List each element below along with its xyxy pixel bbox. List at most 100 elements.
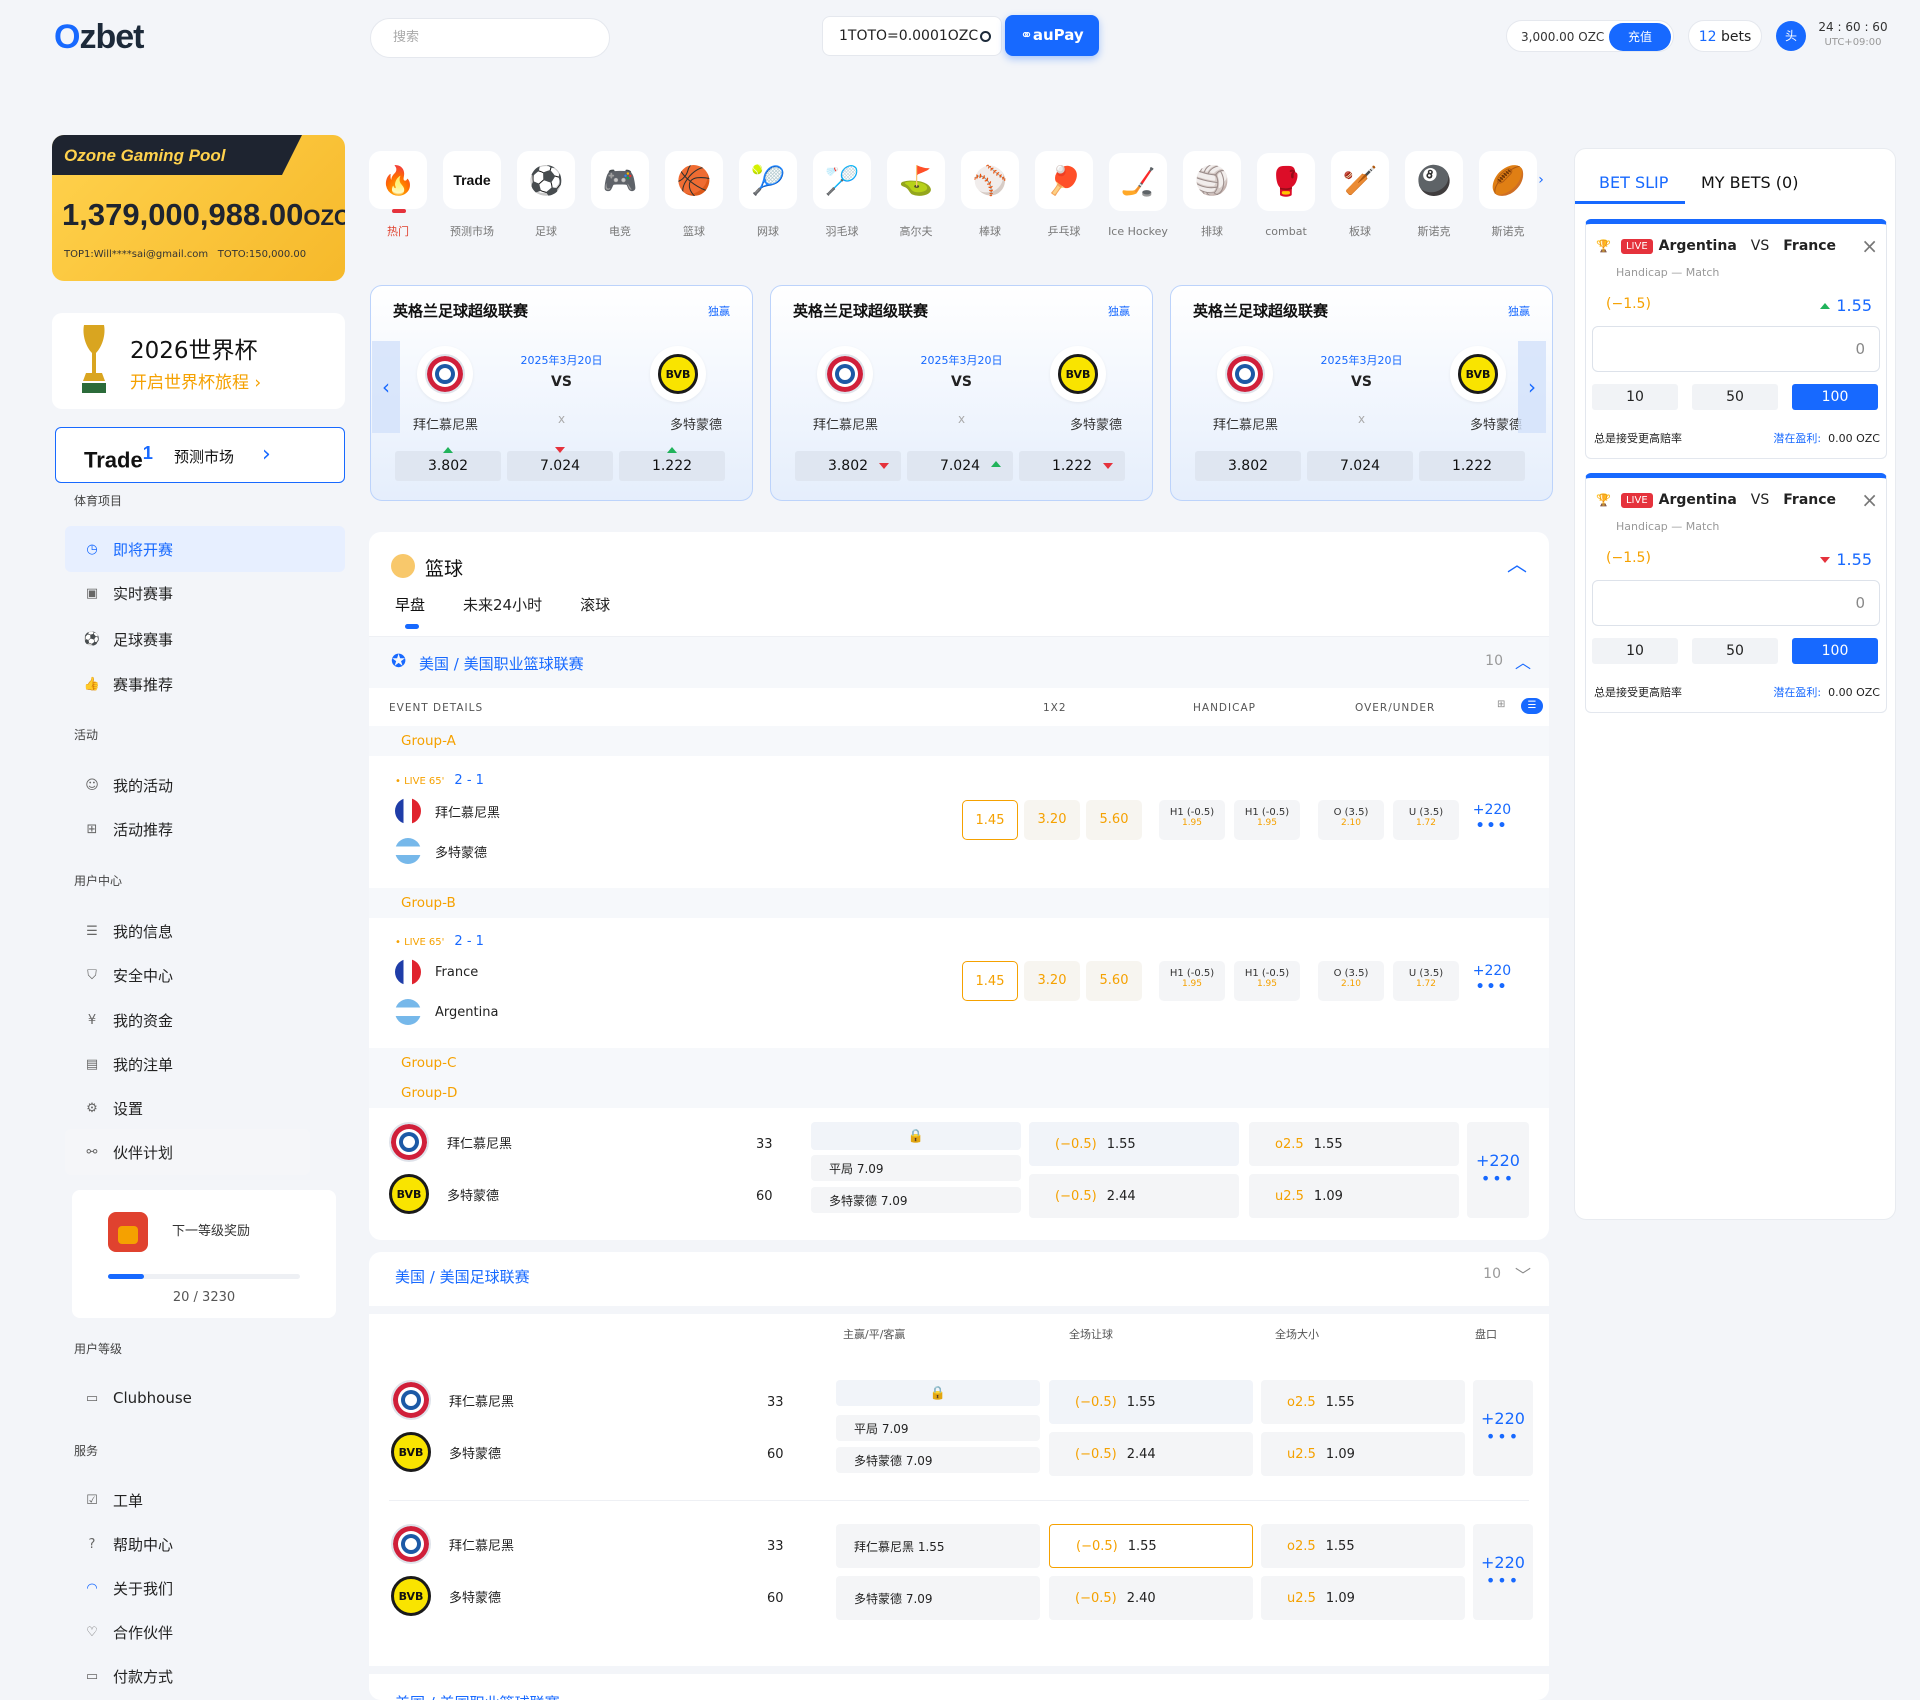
sidebar-item-live[interactable]: ▣ 实时赛事 bbox=[65, 570, 345, 616]
stake-input[interactable]: 0 bbox=[1592, 580, 1880, 626]
stake-input[interactable]: 0 bbox=[1592, 326, 1880, 372]
match-b[interactable]: • LIVE 65' 2 - 1 France Argentina bbox=[395, 933, 498, 1025]
more-markets-button[interactable]: +220 ••• bbox=[1473, 1380, 1533, 1476]
sport-item[interactable]: 🏸 羽毛球 bbox=[812, 151, 872, 239]
odd-away[interactable]: 5.60 bbox=[1086, 800, 1142, 840]
refresh-icon[interactable] bbox=[980, 31, 991, 42]
collapse-icon[interactable]: ︿ bbox=[1507, 548, 1527, 577]
featured-prev-button[interactable]: ‹ bbox=[372, 341, 400, 433]
handicap-home[interactable]: (−0.5) 1.55 bbox=[1049, 1380, 1253, 1424]
away-odd[interactable]: 多特蒙德 7.09 bbox=[836, 1447, 1040, 1473]
sidebar-item-tickets[interactable]: ☑ 工单 bbox=[65, 1477, 345, 1523]
tab-24h[interactable]: 未来24小时 bbox=[463, 594, 542, 615]
under-odd[interactable]: u2.5 1.09 bbox=[1261, 1432, 1465, 1476]
odd-home[interactable]: 1.45 bbox=[962, 800, 1018, 840]
over-odd[interactable]: o2.5 1.55 bbox=[1261, 1380, 1465, 1424]
featured-odd[interactable]: 1.222 bbox=[619, 447, 725, 481]
handicap-away[interactable]: (−0.5) 2.44 bbox=[1049, 1432, 1253, 1476]
more-markets-button[interactable]: +220 ••• bbox=[1462, 802, 1522, 834]
sidebar-item-activity-recommend[interactable]: ⊞ 活动推荐 bbox=[65, 806, 345, 852]
worldcup-banner[interactable]: 2026世界杯 开启世界杯旅程 › bbox=[52, 313, 345, 409]
aupay-button[interactable]: ⚭auPay bbox=[1005, 15, 1099, 56]
sport-item[interactable]: 🔥 热门 bbox=[368, 151, 428, 239]
accept-higher-odds[interactable]: 总是接受更高赔率 bbox=[1594, 430, 1682, 446]
odd-home[interactable]: 1.45 bbox=[962, 961, 1018, 1001]
sport-item[interactable]: 🏀 篮球 bbox=[664, 151, 724, 239]
stake-chip[interactable]: 10 bbox=[1592, 384, 1678, 410]
search-input[interactable]: 搜索 bbox=[370, 18, 610, 58]
odd-over[interactable]: O (3.5) 2.10 bbox=[1318, 800, 1384, 840]
featured-odd[interactable]: 1.222 bbox=[1019, 451, 1125, 481]
sidebar-item-payment[interactable]: ▭ 付款方式 bbox=[65, 1653, 345, 1699]
sidebar-item-my-info[interactable]: ☰ 我的信息 bbox=[65, 908, 345, 954]
topup-button[interactable]: 充值 bbox=[1609, 23, 1671, 51]
sidebar-item-cooperation[interactable]: ♡ 合作伙伴 bbox=[65, 1609, 345, 1655]
league-header-nba-2[interactable]: 美国 / 美国职业篮球联赛 bbox=[395, 1692, 560, 1700]
level-reward-card[interactable]: 下一等级奖励 20 / 3230 bbox=[72, 1190, 336, 1318]
stake-chip[interactable]: 100 bbox=[1792, 384, 1878, 410]
odd-away[interactable]: 5.60 bbox=[1086, 961, 1142, 1001]
sport-item[interactable]: Trade 预测市场 bbox=[442, 151, 502, 239]
sidebar-item-upcoming[interactable]: ◷ 即将开赛 bbox=[65, 526, 345, 572]
featured-odd[interactable]: 7.024 bbox=[507, 447, 613, 481]
featured-odd[interactable]: 3.802 bbox=[395, 447, 501, 481]
sidebar-item-recommend[interactable]: 👍 赛事推荐 bbox=[65, 661, 345, 707]
odd-under[interactable]: U (3.5) 1.72 bbox=[1393, 961, 1459, 1001]
featured-match-card[interactable]: 英格兰足球超级联赛 独赢 BVB 2025年3月20日 VS 拜仁慕尼黑 x 多特蒙德 3.80… bbox=[770, 285, 1153, 501]
tab-my-bets[interactable]: MY BETS (0) bbox=[1701, 173, 1798, 192]
more-markets-button[interactable]: +220 ••• bbox=[1467, 1122, 1529, 1218]
featured-match-card[interactable]: 英格兰足球超级联赛 独赢 BVB 2025年3月20日 VS 拜仁慕尼黑 x 多特蒙德 3.80… bbox=[1170, 285, 1553, 501]
over-odd[interactable]: o2.5 1.55 bbox=[1249, 1122, 1459, 1166]
odd-over[interactable]: O (3.5) 2.10 bbox=[1318, 961, 1384, 1001]
featured-odd[interactable]: 7.024 bbox=[907, 451, 1013, 481]
odd-h1b[interactable]: H1 (-0.5) 1.95 bbox=[1234, 800, 1300, 840]
league-header-nba[interactable]: ✪ 美国 / 美国职业篮球联赛 10 ︿ bbox=[369, 636, 1549, 688]
sport-item[interactable]: 🏐 排球 bbox=[1182, 151, 1242, 239]
stake-chip[interactable]: 50 bbox=[1692, 384, 1778, 410]
sidebar-item-partners[interactable]: ⚯ 伙伴计划 bbox=[65, 1129, 310, 1175]
match-row[interactable]: 拜仁慕尼黑 BVB 多特蒙德 bbox=[391, 1524, 514, 1616]
away-odd[interactable]: 多特蒙德 7.09 bbox=[836, 1576, 1040, 1620]
odd-h1[interactable]: H1 (-0.5) 1.95 bbox=[1159, 961, 1225, 1001]
sidebar-item-my-activity[interactable]: ☺ 我的活动 bbox=[65, 762, 345, 808]
featured-odd[interactable]: 7.024 bbox=[1307, 451, 1413, 481]
more-markets-button[interactable]: +220 ••• bbox=[1473, 1524, 1533, 1620]
sidebar-item-clubhouse[interactable]: ▭ Clubhouse bbox=[65, 1375, 345, 1421]
sidebar-item-about[interactable]: ◠ 关于我们 bbox=[65, 1565, 345, 1611]
sport-item[interactable]: 🏏 板球 bbox=[1330, 151, 1390, 239]
match-a[interactable]: • LIVE 65' 2 - 1 拜仁慕尼黑 多特蒙德 bbox=[395, 772, 500, 864]
sport-item[interactable]: ⚾ 棒球 bbox=[960, 151, 1020, 239]
odd-h1b[interactable]: H1 (-0.5) 1.95 bbox=[1234, 961, 1300, 1001]
sidebar-item-orders[interactable]: ▤ 我的注单 bbox=[65, 1041, 345, 1087]
featured-odd[interactable]: 3.802 bbox=[1195, 451, 1301, 481]
sport-item[interactable]: 🎱 斯诺克 bbox=[1404, 151, 1464, 239]
match-row[interactable]: 拜仁慕尼黑 BVB 多特蒙德 bbox=[391, 1380, 514, 1472]
close-icon[interactable]: × bbox=[1861, 488, 1878, 512]
odd-draw[interactable]: 3.20 bbox=[1024, 800, 1080, 840]
sidebar-item-security[interactable]: ⛉ 安全中心 bbox=[65, 952, 345, 998]
featured-odd[interactable]: 3.802 bbox=[795, 451, 901, 481]
featured-match-card[interactable]: 英格兰足球超级联赛 独赢 BVB 2025年3月20日 VS 拜仁慕尼黑 x 多特蒙德 3.80… bbox=[370, 285, 753, 501]
away-odd[interactable]: 多特蒙德 7.09 bbox=[811, 1187, 1021, 1213]
avatar[interactable]: 头 bbox=[1776, 21, 1806, 51]
bets-counter[interactable]: 12 bets bbox=[1688, 20, 1762, 52]
odd-under[interactable]: U (3.5) 1.72 bbox=[1393, 800, 1459, 840]
prediction-market-link[interactable]: Trade1 预测市场 › bbox=[55, 427, 345, 483]
gaming-pool-card[interactable]: Ozone Gaming Pool 1,379,000,988.00OZC TO… bbox=[52, 135, 345, 281]
chevron-up-icon[interactable]: ︿ bbox=[1515, 649, 1531, 673]
odd-draw[interactable]: 3.20 bbox=[1024, 961, 1080, 1001]
sport-item[interactable]: 🎮 电竞 bbox=[590, 151, 650, 239]
over-odd[interactable]: o2.5 1.55 bbox=[1261, 1524, 1465, 1568]
ozbet-logo[interactable]: Ozbet bbox=[54, 18, 144, 57]
handicap-away[interactable]: (−0.5) 2.40 bbox=[1049, 1576, 1253, 1620]
handicap-home[interactable]: (−0.5) 1.55 bbox=[1029, 1122, 1239, 1166]
chevron-down-icon[interactable]: ﹀ bbox=[1515, 1262, 1531, 1286]
match-d[interactable]: 拜仁慕尼黑 BVB 多特蒙德 bbox=[389, 1122, 512, 1214]
sport-item[interactable]: 🥊 combat bbox=[1256, 152, 1316, 238]
home-odd[interactable]: 拜仁慕尼黑 1.55 bbox=[836, 1524, 1040, 1568]
tab-inplay[interactable]: 滚球 bbox=[580, 594, 610, 615]
stake-chip[interactable]: 100 bbox=[1792, 638, 1878, 664]
sidebar-item-funds[interactable]: ¥ 我的资金 bbox=[65, 997, 345, 1043]
sidebar-item-soccer[interactable]: ⚽ 足球赛事 bbox=[65, 616, 345, 662]
sport-item[interactable]: ⚽ 足球 bbox=[516, 151, 576, 239]
